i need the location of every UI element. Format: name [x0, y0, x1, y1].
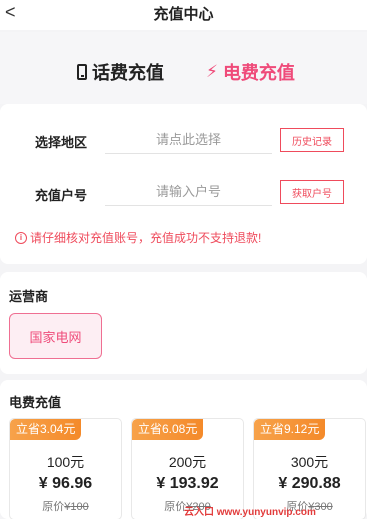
tab-electricity-label: 电费充值: [222, 63, 295, 83]
info-icon: i: [15, 231, 27, 244]
original-prefix: 原价: [42, 501, 65, 513]
package-price: ¥ 96.96: [10, 475, 121, 493]
operator-title: 运营商: [9, 289, 49, 304]
tab-electricity-recharge[interactable]: ⚡ 电费充值: [206, 59, 295, 85]
operator-section: 运营商 国家电网: [0, 272, 367, 374]
package-card[interactable]: 立省3.04元 100元 ¥ 96.96 原价¥100: [9, 418, 122, 519]
page-title: 充值中心: [153, 6, 214, 23]
original-value: 300: [314, 501, 333, 513]
original-prefix: 原价: [164, 501, 187, 513]
recharge-title: 电费充值: [9, 395, 62, 410]
discount-badge: 立省3.04元: [10, 419, 82, 440]
currency-symbol: ¥: [38, 475, 48, 492]
discount-badge: 立省6.08元: [132, 419, 204, 440]
lightning-icon: ⚡: [206, 62, 218, 81]
recharge-section: 电费充值 立省3.04元 100元 ¥ 96.96 原价¥100 立省6.08元…: [0, 380, 367, 519]
package-price: ¥ 193.92: [132, 475, 243, 493]
package-amount: 100元: [46, 454, 85, 470]
package-amount: 300元: [290, 454, 329, 470]
refund-notice-text: 请仔细核对充值账号，充值成功不支持退款!: [30, 231, 262, 245]
price-value: 193.92: [169, 475, 219, 492]
region-label: 选择地区: [35, 135, 88, 150]
account-form: 选择地区 历史记录 充值户号 获取户号 i 请仔细核对充值账号，充值成功不支持退…: [0, 104, 367, 264]
package-original-price: 原价¥100: [10, 498, 121, 514]
price-value: 290.88: [291, 475, 341, 492]
refund-notice: i 请仔细核对充值账号，充值成功不支持退款!: [15, 229, 261, 246]
package-price: ¥ 290.88: [254, 475, 365, 493]
original-value: 100: [70, 501, 89, 513]
account-number-input[interactable]: [105, 178, 272, 206]
package-amount: 200元: [168, 454, 207, 470]
price-value: 96.96: [52, 475, 93, 492]
account-label: 充值户号: [35, 188, 88, 203]
get-account-button[interactable]: 获取户号: [280, 180, 344, 204]
tab-phone-label: 话费充值: [92, 63, 164, 83]
currency-symbol: ¥: [156, 475, 166, 492]
recharge-type-tabs: 话费充值 ⚡ 电费充值: [0, 32, 367, 104]
top-bar: < 充值中心: [0, 0, 367, 30]
watermark: 云入口 www.yunyunvip.com: [184, 507, 316, 518]
region-select-input[interactable]: [105, 126, 272, 154]
phone-icon: [77, 64, 87, 80]
discount-badge: 立省9.12元: [254, 419, 326, 440]
currency-symbol: ¥: [278, 475, 288, 492]
history-button[interactable]: 历史记录: [280, 128, 344, 152]
operator-option-state-grid[interactable]: 国家电网: [9, 313, 102, 359]
tab-phone-recharge[interactable]: 话费充值: [77, 59, 164, 85]
